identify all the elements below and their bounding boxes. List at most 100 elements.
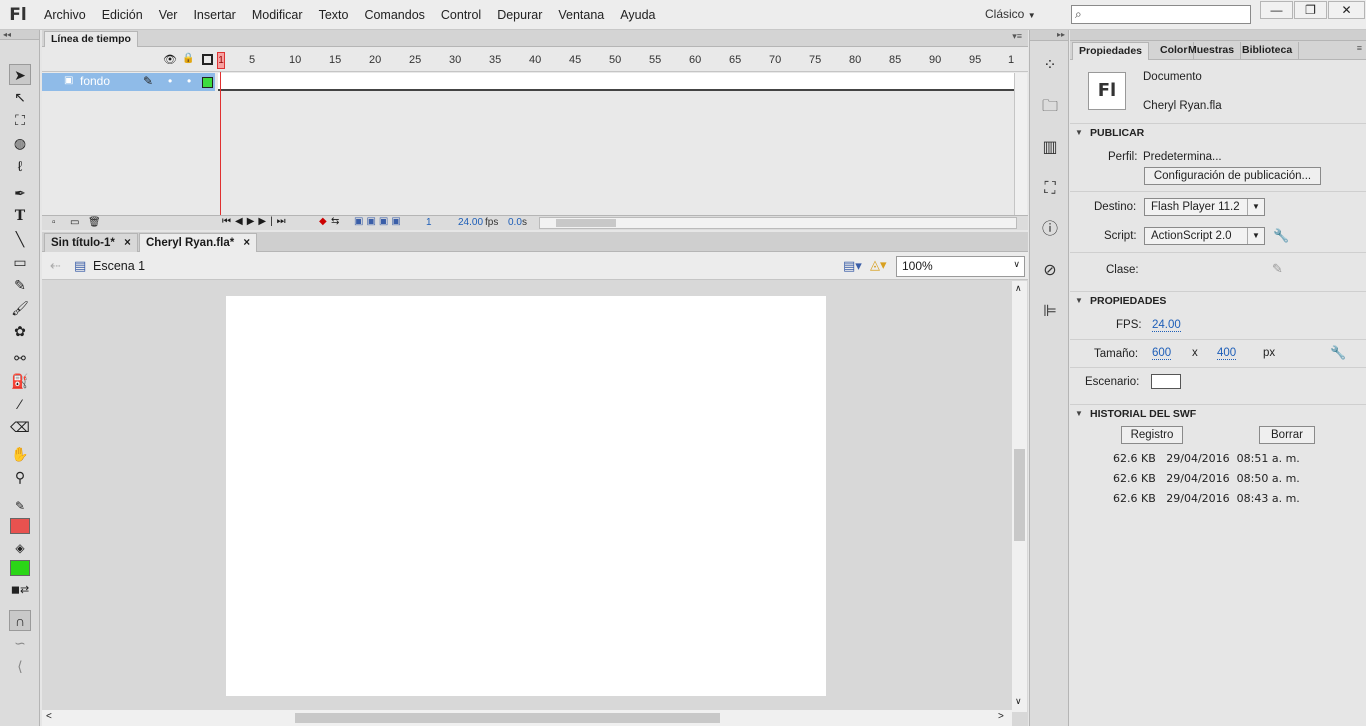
bone-tool-icon[interactable]: ⚯ (9, 348, 31, 369)
tab-timeline[interactable]: Línea de tiempo (44, 31, 138, 47)
height-field[interactable]: 400 (1217, 347, 1237, 360)
menu-texto[interactable]: Texto (311, 8, 357, 22)
straighten-icon[interactable]: ⟨ (9, 656, 31, 677)
lock-icon[interactable]: 🔒 (182, 53, 194, 64)
menu-edicion[interactable]: Edición (94, 8, 151, 22)
stage-vertical-scrollbar[interactable]: ∧ ∨ (1012, 281, 1027, 712)
wrench-icon[interactable]: 🔧 (1273, 228, 1289, 244)
edit-scene-icon[interactable]: ▤▾ (843, 258, 862, 274)
motion-presets-icon[interactable]: ⁘ (1038, 54, 1062, 78)
playback-controls[interactable]: ⏮◀▶▶|⏭ (222, 216, 290, 227)
swap-colors-icon[interactable]: ◼⇄ (9, 580, 31, 601)
close-button[interactable]: ✕ (1328, 1, 1365, 19)
layer-row[interactable]: ▣ fondo ✎ • • (42, 73, 215, 91)
publish-settings-button[interactable]: Configuración de publicación... (1144, 167, 1321, 185)
menu-comandos[interactable]: Comandos (356, 8, 432, 22)
library-icon[interactable]: ▥ (1038, 136, 1062, 160)
actions-icon[interactable]: ⊘ (1038, 259, 1062, 283)
new-folder-icon[interactable]: ▭ (70, 217, 79, 228)
snap-magnet-icon[interactable]: ∩ (9, 610, 31, 631)
brush-tool-icon[interactable]: 🖌 (9, 298, 31, 319)
trash-icon[interactable]: 🗑 (88, 217, 101, 228)
tab-library[interactable]: Biblioteca (1236, 42, 1300, 60)
menu-ventana[interactable]: Ventana (550, 8, 612, 22)
menu-insertar[interactable]: Insertar (185, 8, 243, 22)
tab-untitled[interactable]: Sin título-1* × (44, 233, 138, 252)
close-icon[interactable]: × (243, 237, 250, 249)
paint-bucket-tool-icon[interactable]: ⛽ (9, 371, 31, 392)
eraser-tool-icon[interactable]: ⌫ (9, 417, 31, 438)
deco-tool-icon[interactable]: ✿ (9, 321, 31, 342)
layer-name[interactable]: fondo (80, 74, 110, 88)
selection-tool-icon[interactable]: ➤ (9, 64, 31, 85)
clear-button[interactable]: Borrar (1259, 426, 1315, 444)
lasso-tool-icon[interactable]: ℓ (9, 156, 31, 177)
lock-dot-icon[interactable]: • (187, 74, 191, 88)
wrench-icon[interactable]: 🔧 (1330, 345, 1346, 361)
edit-symbols-icon[interactable]: ◬▾ (870, 257, 887, 273)
pasteboard[interactable] (42, 281, 1012, 711)
rectangle-tool-icon[interactable]: ▭ (9, 252, 31, 273)
zoom-select[interactable]: 100% ∨ (896, 256, 1025, 277)
workspace-switcher[interactable]: Clásico ▼ (985, 7, 1036, 21)
stroke-color-swatch[interactable] (10, 518, 30, 534)
menu-ver[interactable]: Ver (151, 8, 186, 22)
width-field[interactable]: 600 (1152, 347, 1172, 360)
menu-control[interactable]: Control (433, 8, 489, 22)
tab-cheryl-ryan[interactable]: Cheryl Ryan.fla* × (139, 233, 258, 252)
pen-tool-icon[interactable]: ✒ (9, 183, 31, 204)
transform-icon[interactable]: ⛶ (1038, 177, 1062, 201)
text-tool-icon[interactable]: T (9, 206, 31, 227)
edit-class-pencil-icon[interactable]: ✎ (1272, 261, 1283, 277)
scroll-left-icon[interactable]: < (46, 711, 52, 722)
stage-horizontal-scrollbar[interactable]: < > (42, 710, 1012, 726)
zoom-tool-icon[interactable]: ⚲ (9, 467, 31, 488)
minimize-button[interactable]: — (1260, 1, 1293, 19)
menu-ayuda[interactable]: Ayuda (612, 8, 663, 22)
panel-menu-icon[interactable]: ≡ (1357, 43, 1362, 53)
properties-section-header[interactable]: PROPIEDADES (1070, 291, 1366, 310)
visibility-dot-icon[interactable]: • (168, 74, 172, 88)
project-icon[interactable]: 🗀 (1038, 95, 1062, 119)
script-select[interactable]: ActionScript 2.0 ▼ (1144, 227, 1265, 245)
loop-icon[interactable]: ⇆ (331, 216, 339, 227)
align-icon[interactable]: ⊫ (1038, 300, 1062, 324)
pencil-tool-icon[interactable]: ✎ (9, 275, 31, 296)
publish-section-header[interactable]: PUBLICAR (1070, 123, 1366, 142)
outline-icon[interactable] (202, 54, 213, 65)
collapse-tools-button[interactable]: ◂◂ (0, 30, 39, 40)
fps-value[interactable]: 24.00 (458, 217, 483, 228)
new-layer-icon[interactable]: ▫ (52, 217, 56, 228)
frames-row[interactable] (218, 73, 1014, 91)
eye-icon[interactable]: 👁 (163, 53, 177, 66)
info-icon[interactable]: ⓘ (1038, 218, 1062, 242)
playhead-marker[interactable]: 1 (217, 52, 225, 69)
layer-outline-color[interactable] (202, 77, 213, 88)
tab-swatches[interactable]: Muestras (1182, 42, 1242, 60)
hand-tool-icon[interactable]: ✋ (9, 444, 31, 465)
stage[interactable] (226, 296, 826, 696)
elapsed-value[interactable]: 0.0 (508, 217, 522, 228)
line-tool-icon[interactable]: ╲ (9, 229, 31, 250)
target-select[interactable]: Flash Player 11.2 ▼ (1144, 198, 1265, 216)
current-frame-value[interactable]: 1 (426, 217, 432, 228)
eyedropper-tool-icon[interactable]: ⁄ (9, 394, 31, 415)
scroll-up-icon[interactable]: ∧ (1015, 283, 1022, 294)
expand-dock-button[interactable]: ▸▸ (1030, 30, 1068, 41)
menu-depurar[interactable]: Depurar (489, 8, 550, 22)
timeline-horizontal-scrollbar[interactable] (539, 217, 1017, 229)
scroll-right-icon[interactable]: > (998, 711, 1004, 722)
scroll-down-icon[interactable]: ∨ (1015, 696, 1022, 707)
fps-field[interactable]: 24.00 (1152, 319, 1181, 332)
scrollbar-thumb[interactable] (295, 713, 720, 723)
panel-menu-icon[interactable]: ▾≡ (1012, 31, 1022, 42)
free-transform-tool-icon[interactable]: ⛶ (9, 110, 31, 131)
3d-rotation-tool-icon[interactable]: ◍ (9, 133, 31, 154)
tab-properties[interactable]: Propiedades (1072, 42, 1150, 60)
log-button[interactable]: Registro (1121, 426, 1183, 444)
menu-archivo[interactable]: Archivo (36, 8, 94, 22)
subselection-tool-icon[interactable]: ↖ (9, 87, 31, 108)
menu-modificar[interactable]: Modificar (244, 8, 311, 22)
help-search-input[interactable]: ⌕ (1071, 5, 1251, 24)
swf-history-section-header[interactable]: HISTORIAL DEL SWF (1070, 404, 1366, 423)
